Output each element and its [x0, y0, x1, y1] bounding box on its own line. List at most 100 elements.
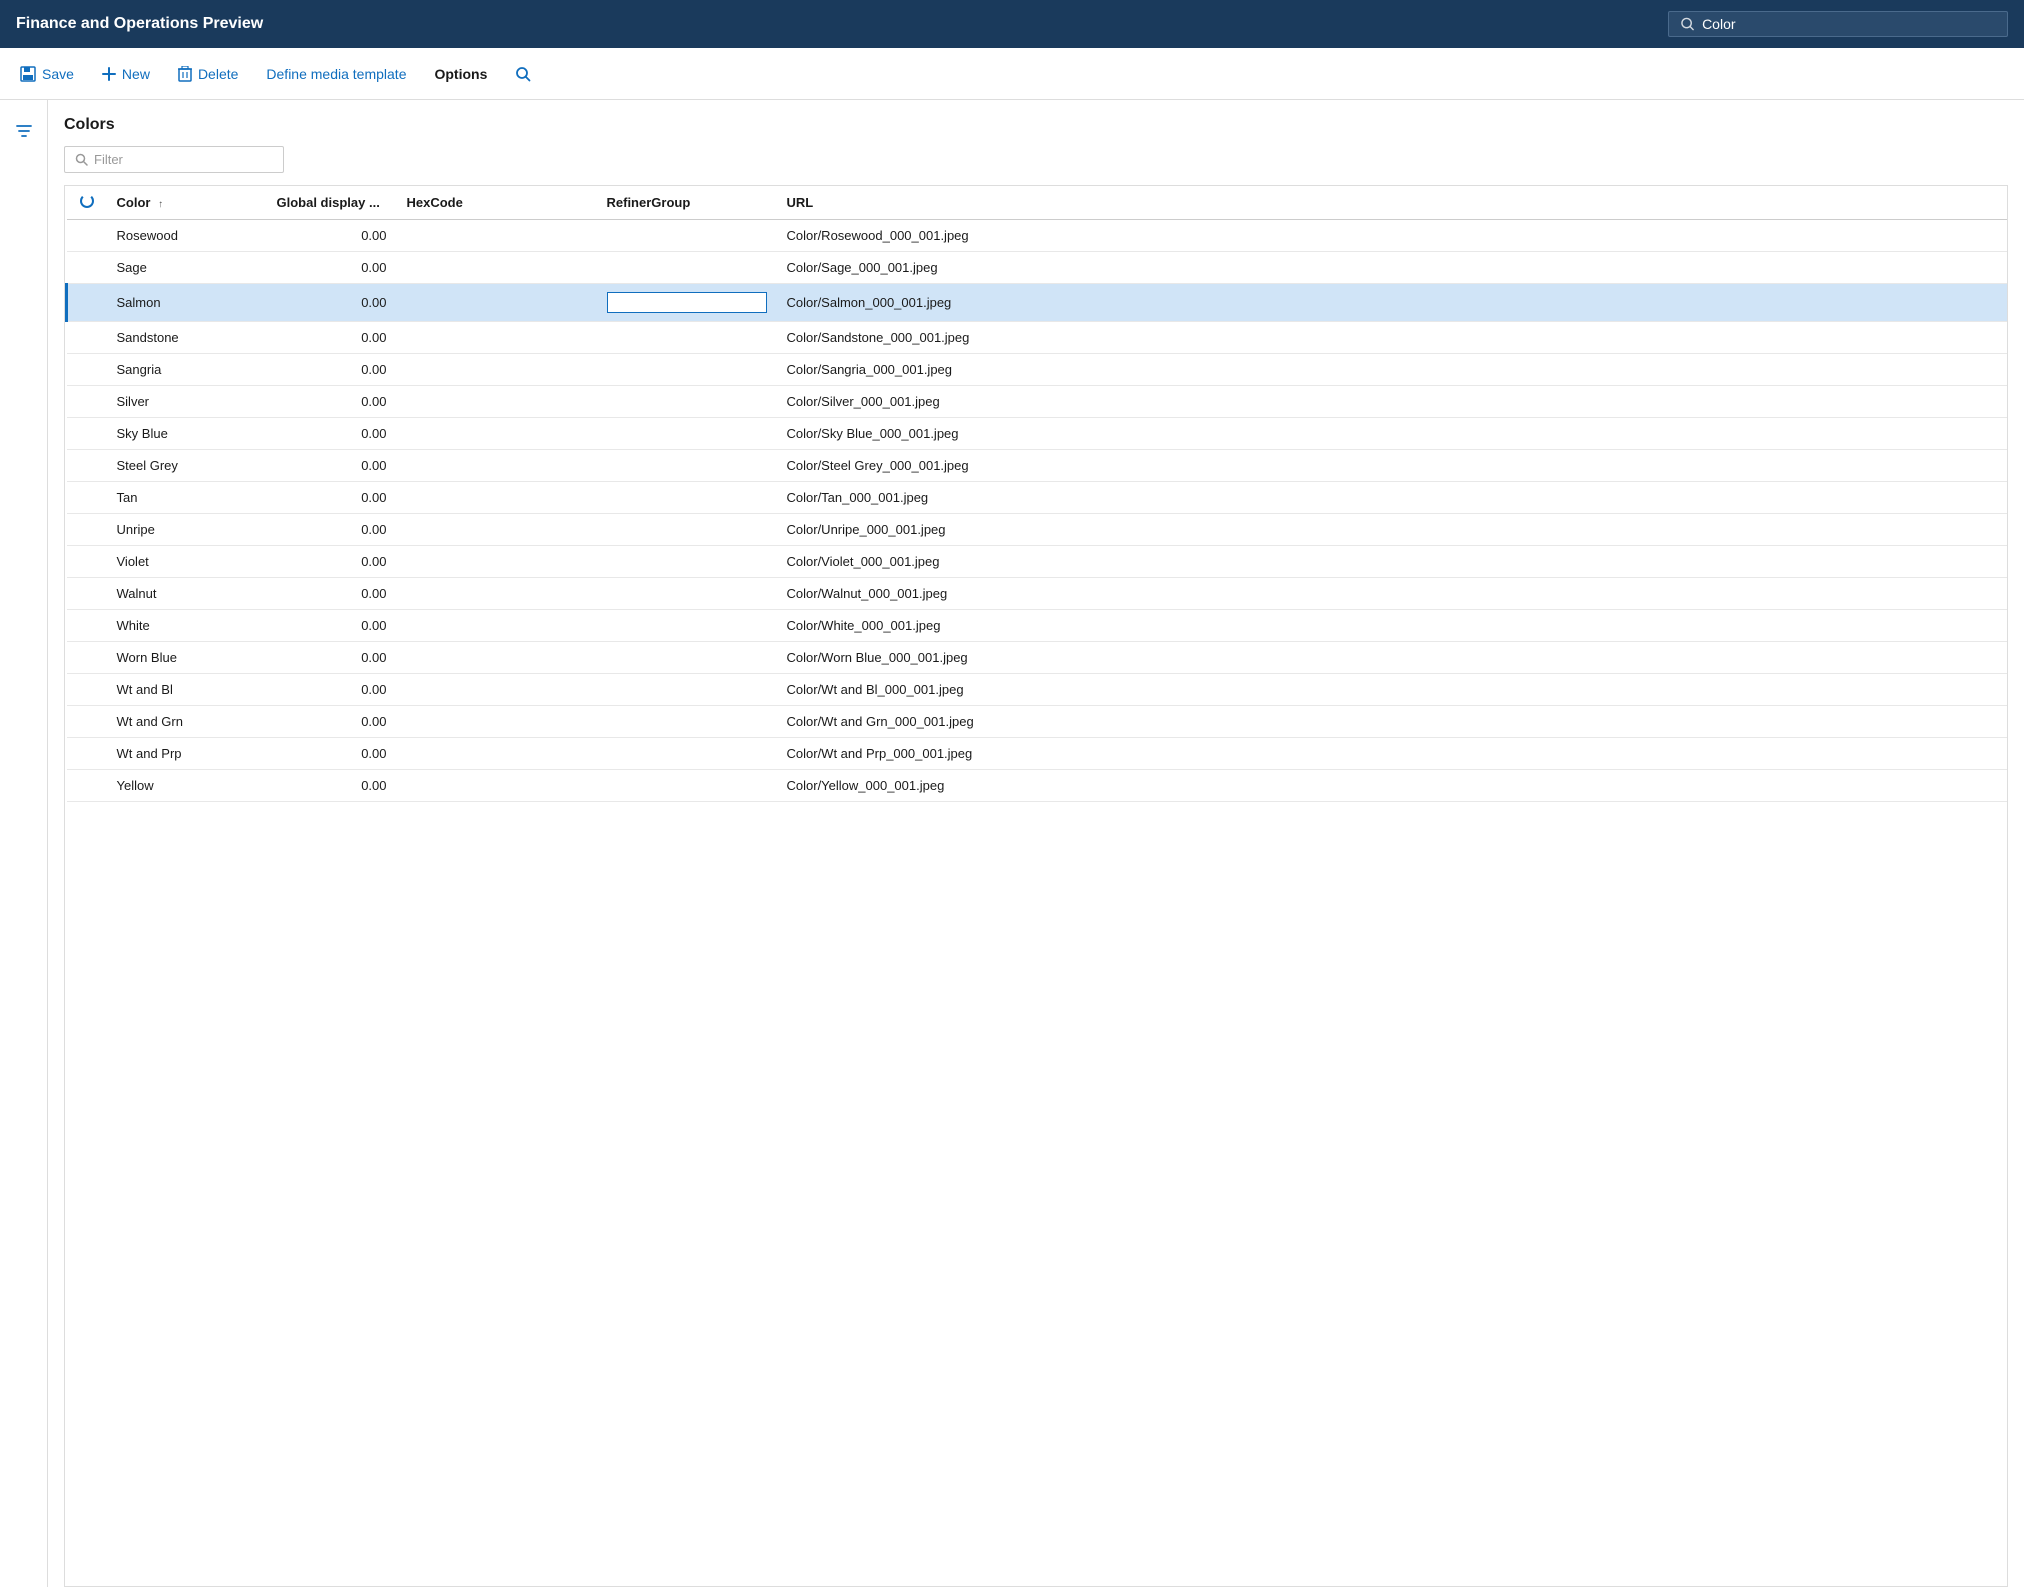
row-url: Color/White_000_001.jpeg: [777, 610, 2008, 642]
col-header-url[interactable]: URL: [777, 186, 2008, 220]
refiner-group-input[interactable]: [607, 292, 767, 313]
filter-search-icon: [75, 153, 88, 166]
main-content: Colors Color ↑: [48, 100, 2024, 1587]
table-row[interactable]: Steel Grey0.00Color/Steel Grey_000_001.j…: [67, 450, 2008, 482]
row-check-cell: [67, 252, 107, 284]
row-refiner-group: [597, 578, 777, 610]
row-global-display: 0.00: [267, 546, 397, 578]
row-global-display: 0.00: [267, 450, 397, 482]
table-row[interactable]: Worn Blue0.00Color/Worn Blue_000_001.jpe…: [67, 642, 2008, 674]
save-icon: [20, 66, 36, 82]
row-url: Color/Sky Blue_000_001.jpeg: [777, 418, 2008, 450]
table-row[interactable]: Sangria0.00Color/Sangria_000_001.jpeg: [67, 354, 2008, 386]
table-row[interactable]: Yellow0.00Color/Yellow_000_001.jpeg: [67, 770, 2008, 802]
row-hexcode: [397, 220, 597, 252]
table-row[interactable]: Violet0.00Color/Violet_000_001.jpeg: [67, 546, 2008, 578]
row-refiner-group: [597, 418, 777, 450]
row-color: Steel Grey: [107, 450, 267, 482]
row-color: Worn Blue: [107, 642, 267, 674]
row-url: Color/Silver_000_001.jpeg: [777, 386, 2008, 418]
row-url: Color/Salmon_000_001.jpeg: [777, 284, 2008, 322]
delete-label: Delete: [198, 66, 238, 82]
row-global-display: 0.00: [267, 322, 397, 354]
row-url: Color/Yellow_000_001.jpeg: [777, 770, 2008, 802]
row-color: Wt and Bl: [107, 674, 267, 706]
row-hexcode: [397, 284, 597, 322]
row-refiner-group[interactable]: [597, 284, 777, 322]
table-row[interactable]: Sky Blue0.00 Color/Sky Blue_000_001.jpeg: [67, 418, 2008, 450]
global-search[interactable]: [1668, 11, 2008, 37]
row-check-cell: [67, 354, 107, 386]
row-global-display: 0.00: [267, 386, 397, 418]
row-check-cell: [67, 610, 107, 642]
row-check-cell: [67, 514, 107, 546]
side-panel: [0, 100, 48, 1587]
row-url: Color/Unripe_000_001.jpeg: [777, 514, 2008, 546]
filter-input[interactable]: [94, 152, 273, 167]
row-global-display: 0.00: [267, 578, 397, 610]
table-row[interactable]: Walnut0.00Color/Walnut_000_001.jpeg: [67, 578, 2008, 610]
table-header-row: Color ↑ Global display ... HexCode Refin…: [67, 186, 2008, 220]
refresh-icon[interactable]: [80, 194, 94, 208]
table-row[interactable]: Salmon0.00Color/Salmon_000_001.jpeg: [67, 284, 2008, 322]
col-header-global[interactable]: Global display ...: [267, 186, 397, 220]
search-input[interactable]: [1702, 16, 1995, 32]
table-row[interactable]: Wt and Bl0.00Color/Wt and Bl_000_001.jpe…: [67, 674, 2008, 706]
table-row[interactable]: Tan0.00Color/Tan_000_001.jpeg: [67, 482, 2008, 514]
row-color: Sky Blue: [107, 418, 267, 450]
delete-button[interactable]: Delete: [166, 60, 250, 88]
top-bar: Finance and Operations Preview: [0, 0, 2024, 48]
col-header-refiner[interactable]: RefinerGroup: [597, 186, 777, 220]
table-body: Rosewood0.00Color/Rosewood_000_001.jpegS…: [67, 220, 2008, 802]
save-button[interactable]: Save: [8, 60, 86, 88]
col-header-color[interactable]: Color ↑: [107, 186, 267, 220]
row-refiner-group: [597, 738, 777, 770]
row-global-display: 0.00: [267, 706, 397, 738]
col-header-check[interactable]: [67, 186, 107, 220]
row-color: Silver: [107, 386, 267, 418]
colors-table-container[interactable]: Color ↑ Global display ... HexCode Refin…: [64, 185, 2008, 1587]
row-global-display: 0.00: [267, 738, 397, 770]
row-hexcode: [397, 674, 597, 706]
table-row[interactable]: Unripe0.00Color/Unripe_000_001.jpeg: [67, 514, 2008, 546]
col-header-hexcode[interactable]: HexCode: [397, 186, 597, 220]
table-row[interactable]: Wt and Grn0.00Color/Wt and Grn_000_001.j…: [67, 706, 2008, 738]
row-hexcode: [397, 578, 597, 610]
table-row[interactable]: Silver0.00 Color/Silver_000_001.jpeg: [67, 386, 2008, 418]
row-refiner-group: [597, 450, 777, 482]
filter-icon: [15, 122, 33, 140]
row-refiner-group: [597, 322, 777, 354]
table-row[interactable]: Wt and Prp0.00Color/Wt and Prp_000_001.j…: [67, 738, 2008, 770]
table-row[interactable]: White0.00Color/White_000_001.jpeg: [67, 610, 2008, 642]
row-refiner-group: [597, 220, 777, 252]
table-row[interactable]: Sandstone0.00Color/Sandstone_000_001.jpe…: [67, 322, 2008, 354]
toolbar-search-button[interactable]: [503, 60, 543, 88]
table-row[interactable]: Sage0.00Color/Sage_000_001.jpeg: [67, 252, 2008, 284]
row-check-cell: [67, 642, 107, 674]
row-hexcode: [397, 482, 597, 514]
row-color: Yellow: [107, 770, 267, 802]
row-check-cell: [67, 482, 107, 514]
new-button[interactable]: New: [90, 60, 162, 88]
row-color: White: [107, 610, 267, 642]
row-hexcode: [397, 706, 597, 738]
filter-input-wrap[interactable]: [64, 146, 284, 173]
row-hexcode: [397, 322, 597, 354]
define-media-button[interactable]: Define media template: [254, 60, 418, 88]
save-label: Save: [42, 66, 74, 82]
row-color: Unripe: [107, 514, 267, 546]
row-check-cell: [67, 674, 107, 706]
table-row[interactable]: Rosewood0.00Color/Rosewood_000_001.jpeg: [67, 220, 2008, 252]
filter-toggle-button[interactable]: [9, 116, 39, 149]
row-global-display: 0.00: [267, 642, 397, 674]
row-global-display: 0.00: [267, 418, 397, 450]
row-global-display: 0.00: [267, 220, 397, 252]
plus-icon: [102, 67, 116, 81]
row-refiner-group: [597, 514, 777, 546]
row-url: Color/Sandstone_000_001.jpeg: [777, 322, 2008, 354]
row-hexcode: [397, 252, 597, 284]
options-button[interactable]: Options: [422, 60, 499, 88]
row-hexcode: [397, 450, 597, 482]
sort-asc-icon: ↑: [158, 199, 163, 210]
row-url: Color/Walnut_000_001.jpeg: [777, 578, 2008, 610]
